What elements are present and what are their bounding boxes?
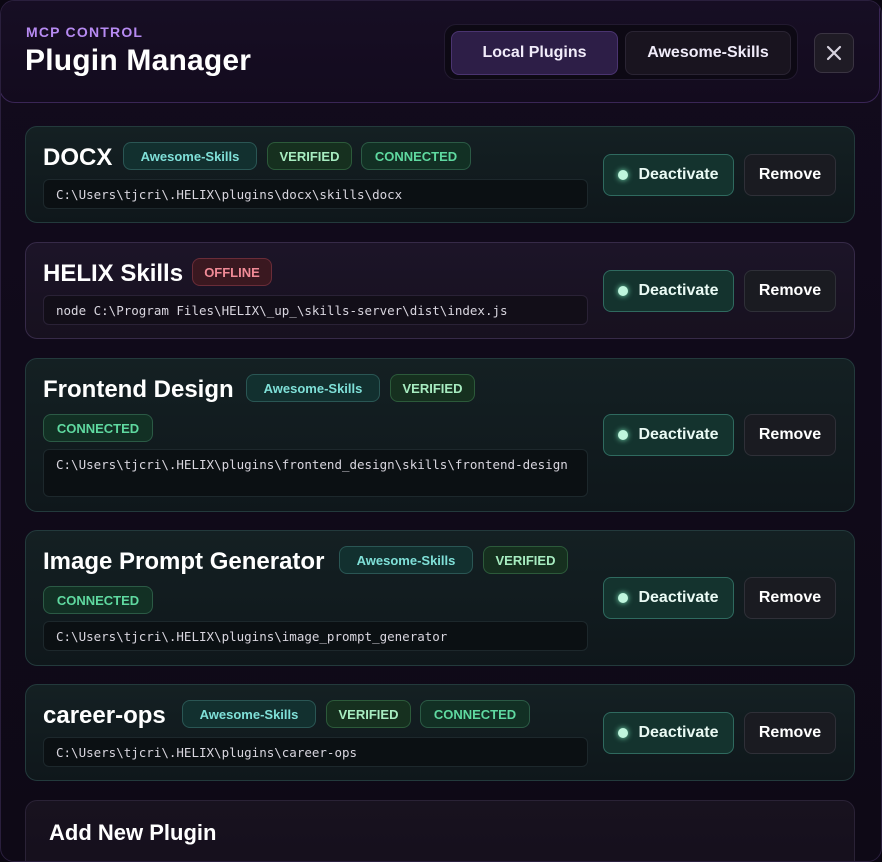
plugin-name: career-ops — [43, 702, 166, 729]
status-badge: CONNECTED — [43, 586, 153, 614]
tab-group: Local Plugins Awesome-Skills — [444, 24, 798, 80]
header: MCP CONTROL Plugin Manager Local Plugins… — [1, 1, 880, 103]
status-dot-icon — [618, 430, 629, 440]
close-button[interactable] — [814, 33, 854, 73]
status-dot-icon — [618, 593, 629, 603]
remove-button[interactable]: Remove — [744, 270, 836, 312]
status-dot-icon — [618, 170, 629, 180]
deactivate-button[interactable]: Deactivate — [603, 154, 734, 196]
source-badge: Awesome-Skills — [246, 374, 380, 402]
remove-button[interactable]: Remove — [744, 414, 836, 456]
status-badge: CONNECTED — [361, 142, 471, 170]
plugin-name: Image Prompt Generator — [43, 548, 325, 575]
deactivate-label: Deactivate — [638, 282, 719, 299]
deactivate-label: Deactivate — [638, 166, 719, 183]
plugin-card-image-prompt-generator: Image Prompt Generator Awesome-Skills VE… — [25, 530, 855, 666]
plugin-manager-window: MCP CONTROL Plugin Manager Local Plugins… — [0, 0, 882, 862]
remove-button[interactable]: Remove — [744, 577, 836, 619]
plugin-card-helix-skills: HELIX Skills OFFLINE node C:\Program Fil… — [25, 242, 855, 339]
source-badge: Awesome-Skills — [339, 546, 473, 574]
verified-badge: VERIFIED — [326, 700, 411, 728]
tab-awesome-skills[interactable]: Awesome-Skills — [625, 31, 791, 75]
page-title: Plugin Manager — [25, 44, 252, 77]
verified-badge: VERIFIED — [483, 546, 568, 574]
deactivate-label: Deactivate — [638, 724, 719, 741]
plugin-card-career-ops: career-ops Awesome-Skills VERIFIED CONNE… — [25, 684, 855, 781]
plugin-path: C:\Users\tjcri\.HELIX\plugins\image_prom… — [43, 621, 588, 651]
status-badge: CONNECTED — [43, 414, 153, 442]
tab-local-plugins[interactable]: Local Plugins — [451, 31, 618, 75]
source-badge: Awesome-Skills — [123, 142, 257, 170]
status-badge: OFFLINE — [192, 258, 272, 286]
remove-button[interactable]: Remove — [744, 712, 836, 754]
deactivate-button[interactable]: Deactivate — [603, 270, 734, 312]
plugin-name: HELIX Skills — [43, 260, 184, 287]
deactivate-button[interactable]: Deactivate — [603, 712, 734, 754]
status-badge: CONNECTED — [420, 700, 530, 728]
status-dot-icon — [618, 728, 629, 738]
plugin-card-docx: DOCX Awesome-Skills VERIFIED CONNECTED C… — [25, 126, 855, 223]
add-plugin-title: Add New Plugin — [49, 820, 217, 845]
header-eyebrow: MCP CONTROL — [26, 24, 144, 40]
close-icon — [826, 45, 842, 61]
plugin-path: C:\Users\tjcri\.HELIX\plugins\career-ops — [43, 737, 588, 767]
plugin-name: DOCX — [43, 144, 113, 171]
add-plugin-section: Add New Plugin — [25, 800, 855, 861]
plugin-path: node C:\Program Files\HELIX\_up_\skills-… — [43, 295, 588, 325]
deactivate-label: Deactivate — [638, 426, 719, 443]
verified-badge: VERIFIED — [267, 142, 352, 170]
verified-badge: VERIFIED — [390, 374, 475, 402]
plugin-path: C:\Users\tjcri\.HELIX\plugins\frontend_d… — [43, 449, 588, 497]
plugin-name: Frontend Design — [43, 376, 234, 403]
plugin-card-frontend-design: Frontend Design Awesome-Skills VERIFIED … — [25, 358, 855, 512]
deactivate-button[interactable]: Deactivate — [603, 414, 734, 456]
deactivate-button[interactable]: Deactivate — [603, 577, 734, 619]
status-dot-icon — [618, 286, 629, 296]
plugin-path: C:\Users\tjcri\.HELIX\plugins\docx\skill… — [43, 179, 588, 209]
source-badge: Awesome-Skills — [182, 700, 316, 728]
remove-button[interactable]: Remove — [744, 154, 836, 196]
deactivate-label: Deactivate — [638, 589, 719, 606]
